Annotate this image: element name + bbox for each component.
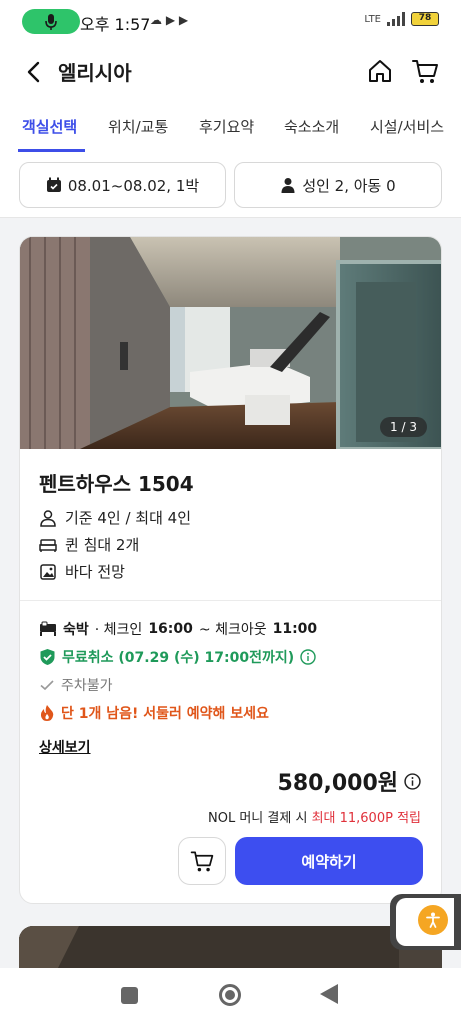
status-time: 오후 1:57 [80, 15, 151, 34]
home-nav-icon[interactable] [219, 984, 241, 1006]
price-row: 580,000원 [278, 765, 421, 797]
room-card: 1 / 3 펜트하우스 1504 기준 4인 / 최대 4인 퀸 침대 2개 바… [19, 236, 442, 904]
price-value: 580,000원 [277, 771, 398, 796]
bed-text: 퀸 침대 2개 [65, 536, 140, 554]
network-label: LTE [364, 13, 381, 25]
bed-filled-icon [40, 621, 56, 636]
tab-intro[interactable]: 숙소소개 [284, 116, 339, 137]
info-icon[interactable] [300, 649, 316, 665]
points-value: 최대 11,600P 적립 [311, 811, 421, 826]
filter-row: 08.01~08.02, 1박 성인 2, 아동 0 [0, 152, 461, 218]
header: 엘리시아 [0, 42, 461, 100]
room-photo[interactable]: 1 / 3 [20, 237, 441, 449]
checkout-time: 11:00 [272, 621, 318, 637]
tab-bar: 객실선택 위치/교통 후기요약 숙소소개 시설/서비스 [0, 100, 461, 152]
status-right-group: LTE 78 [364, 12, 439, 26]
points-prefix: NOL 머니 결제 시 [208, 811, 308, 826]
tab-room-select[interactable]: 객실선택 [22, 116, 77, 137]
battery-icon: 78 [411, 12, 439, 26]
date-filter-label: 08.01~08.02, 1박 [67, 176, 200, 195]
page-title: 엘리시아 [58, 61, 132, 85]
stay-time-row: 숙박 · 체크인 16:00 ~ 체크아웃 11:00 [39, 619, 317, 639]
divider [20, 600, 441, 601]
capacity-text: 기준 4인 / 최대 4인 [65, 509, 192, 527]
shield-check-icon [40, 649, 55, 665]
tab-location[interactable]: 위치/교통 [108, 116, 168, 137]
cancel-policy-row: 무료취소 (07.29 (수) 17:00전까지) [39, 647, 316, 667]
detail-link[interactable]: 상세보기 [39, 737, 91, 757]
notification-icons: ☁ ▶ ▶ [150, 13, 189, 27]
add-to-cart-button[interactable] [178, 837, 226, 885]
fire-icon [40, 705, 54, 721]
photo-counter: 1 / 3 [380, 417, 427, 437]
parking-row: 주차불가 [39, 675, 113, 695]
tab-facilities[interactable]: 시설/서비스 [370, 116, 444, 137]
urgency-text: 단 1개 남음! 서둘러 예약해 보세요 [61, 706, 269, 722]
status-bar: 오후 1:57 ☁ ▶ ▶ LTE 78 [0, 0, 461, 42]
stay-type: 숙박 [63, 622, 89, 638]
person-outline-icon [40, 509, 56, 527]
person-icon [281, 178, 295, 193]
calendar-icon [46, 177, 61, 192]
view-row: 바다 전망 [39, 561, 125, 582]
home-icon[interactable] [366, 57, 394, 85]
price-info-icon[interactable] [404, 772, 421, 790]
guest-filter-label: 성인 2, 아동 0 [302, 176, 396, 195]
checkin-time: 16:00 [148, 621, 193, 637]
parking-text: 주차불가 [61, 678, 113, 694]
bed-row: 퀸 침대 2개 [39, 534, 139, 555]
checkin-label: · 체크인 [94, 622, 143, 638]
view-text: 바다 전망 [65, 563, 125, 581]
checkout-label: ~ 체크아웃 [198, 622, 267, 638]
reserve-button[interactable]: 예약하기 [235, 837, 423, 885]
date-filter-button[interactable]: 08.01~08.02, 1박 [19, 162, 226, 208]
cart-icon[interactable] [410, 56, 440, 86]
cancel-policy-text: 무료취소 (07.29 (수) 17:00전까지) [62, 650, 295, 666]
back-icon[interactable] [20, 58, 48, 86]
capacity-row: 기준 4인 / 최대 4인 [39, 507, 191, 528]
cart-icon [190, 851, 214, 872]
mic-indicator-icon[interactable] [22, 9, 80, 34]
urgency-row: 단 1개 남음! 서둘러 예약해 보세요 [39, 703, 269, 723]
points-row: NOL 머니 결제 시 최대 11,600P 적립 [208, 807, 421, 826]
accessibility-icon[interactable] [418, 905, 448, 935]
room-name: 펜트하우스 1504 [39, 472, 194, 496]
image-icon [40, 563, 56, 580]
back-nav-icon[interactable] [320, 984, 338, 1004]
bed-icon [39, 538, 57, 552]
guest-filter-button[interactable]: 성인 2, 아동 0 [234, 162, 442, 208]
system-nav-bar [0, 968, 461, 1024]
signal-icon [387, 12, 405, 26]
recents-icon[interactable] [121, 987, 138, 1004]
tab-reviews[interactable]: 후기요약 [199, 116, 254, 137]
check-icon [40, 680, 54, 691]
